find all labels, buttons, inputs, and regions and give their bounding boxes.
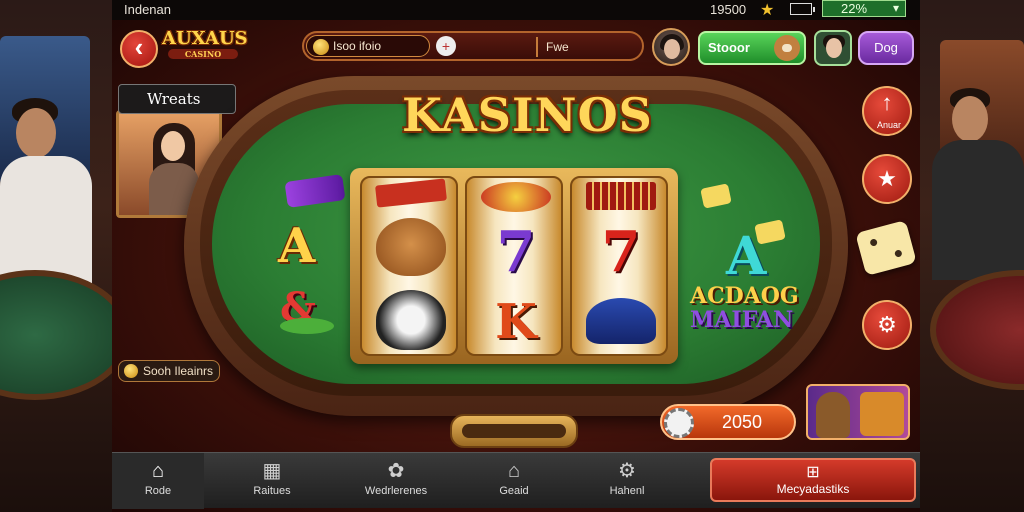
game-window: Indenan 19500 ★ 22% ▾ ‹ AUXAUS CASINO Is… xyxy=(112,0,920,512)
right-background-panel xyxy=(920,0,1024,512)
left-background-panel xyxy=(0,0,112,512)
status-badge: 22% ▾ xyxy=(822,0,906,17)
settings-round-button[interactable]: ⚙ xyxy=(862,300,912,350)
nav-label: Rode xyxy=(144,485,172,497)
balance-bar: Isoo ifoio + Fwe xyxy=(302,31,644,61)
bet-button[interactable]: 2050 xyxy=(660,404,796,440)
battery-icon xyxy=(790,3,815,15)
combo-line-1: ACDAOG xyxy=(690,283,799,309)
back-button[interactable]: ‹ xyxy=(120,30,158,68)
jackpot-icon xyxy=(860,392,904,436)
nav-item-wonders[interactable]: ✿ Wedrlerenes xyxy=(346,453,446,509)
game-title: KASINOS xyxy=(402,88,653,142)
gift-icon: ⊞ xyxy=(806,464,820,481)
nav-label: Geaid xyxy=(499,485,529,497)
combo-banner: ACDAOG MAIFAN xyxy=(690,283,799,338)
background-player-left xyxy=(0,0,112,512)
nav-label: Raitues xyxy=(253,485,291,497)
nav-item-home[interactable]: ⌂ Rode xyxy=(112,453,204,509)
background-table-left xyxy=(0,270,112,400)
slot-reels[interactable]: 7 K 7 xyxy=(350,168,678,364)
shop-button[interactable]: Stooor xyxy=(698,31,806,65)
calendar-icon: ▦ xyxy=(262,460,282,482)
star-icon: ★ xyxy=(877,166,897,191)
brand-tag: CASINO xyxy=(168,49,238,59)
husky-symbol xyxy=(376,290,446,350)
menu-button[interactable]: Dog xyxy=(858,31,914,65)
status-time: 19500 xyxy=(710,2,747,17)
letter-a-cyan-symbol: A xyxy=(726,226,767,287)
house-outline-icon: ⌂ xyxy=(507,460,521,482)
combo-line-2: MAIFAN xyxy=(690,307,794,333)
divider xyxy=(536,37,538,57)
bar-symbol xyxy=(586,182,656,210)
reel-1 xyxy=(360,176,458,356)
coin-icon xyxy=(124,364,138,378)
secondary-balance[interactable]: Fwe xyxy=(546,37,569,57)
status-carrier: Indenan xyxy=(124,2,171,17)
hint-pill[interactable]: Sooh Ileainrs xyxy=(118,360,220,382)
gear-icon: ⚙ xyxy=(877,312,897,337)
nav-cta-label: Mecyadastiks xyxy=(776,482,850,496)
nav-item-guild[interactable]: ⌂ Geaid xyxy=(470,453,558,509)
brand-logo: AUXAUS CASINO xyxy=(162,28,248,66)
letter-a-symbol: A xyxy=(278,218,316,274)
promo-label[interactable]: Wreats xyxy=(118,84,236,114)
hint-label: Sooh Ileainrs xyxy=(143,364,214,378)
nav-cta-button[interactable]: ⊞ Mecyadastiks xyxy=(710,458,916,502)
coin-icon xyxy=(313,39,329,55)
profile-picture[interactable] xyxy=(814,30,852,66)
screen: Indenan 19500 ★ 22% ▾ ‹ AUXAUS CASINO Is… xyxy=(0,0,1024,512)
hat-symbol xyxy=(586,298,656,344)
chevron-down-icon: ▾ xyxy=(892,1,899,15)
table-handle[interactable] xyxy=(450,414,578,448)
promo-card[interactable] xyxy=(806,384,910,440)
back-arrow-icon: ‹ xyxy=(134,32,144,62)
flower-icon: ✿ xyxy=(387,460,405,482)
bet-value: 2050 xyxy=(721,412,763,432)
player-avatar[interactable] xyxy=(652,28,690,66)
dog-face-symbol xyxy=(376,218,446,276)
seven-symbol: 7 xyxy=(496,219,536,285)
home-icon: ⌂ xyxy=(151,460,165,482)
upgrade-button[interactable]: ↑ Anuar xyxy=(862,86,912,136)
add-coins-button[interactable]: + xyxy=(436,36,456,56)
favorites-button[interactable]: ★ xyxy=(862,154,912,204)
leaf-icon xyxy=(280,318,334,334)
nav-item-rewards[interactable]: ▦ Raitues xyxy=(224,453,320,509)
nav-item-settings[interactable]: ⚙ Hahenl xyxy=(582,453,672,509)
dog-icon xyxy=(816,392,850,438)
status-badge-label: 22% xyxy=(841,1,868,16)
arrow-up-icon: ↑ xyxy=(881,90,893,115)
background-dealer-right xyxy=(920,0,1024,512)
upgrade-label: Anuar xyxy=(876,120,902,130)
dog-icon xyxy=(774,35,800,61)
nav-label: Wedrlerenes xyxy=(364,485,428,497)
shop-button-label: Stooor xyxy=(708,40,750,55)
status-bar: Indenan 19500 ★ 22% ▾ xyxy=(112,0,920,20)
cherry-symbol xyxy=(481,182,551,212)
reel-2: 7 K xyxy=(465,176,563,356)
star-icon: ★ xyxy=(760,2,775,19)
brand-name: AUXAUS xyxy=(162,28,248,49)
coin-balance[interactable]: Isoo ifoio xyxy=(306,35,430,57)
coin-balance-value: Isoo ifoio xyxy=(333,39,382,53)
bar-symbol xyxy=(375,178,447,208)
reel-3: 7 xyxy=(570,176,668,356)
dice-icon[interactable] xyxy=(855,220,917,276)
chip-icon xyxy=(664,408,694,438)
k-symbol: K xyxy=(495,294,537,350)
nav-label: Hahenl xyxy=(609,485,645,497)
gear-icon: ⚙ xyxy=(618,460,636,482)
seven-symbol: 7 xyxy=(601,219,641,285)
